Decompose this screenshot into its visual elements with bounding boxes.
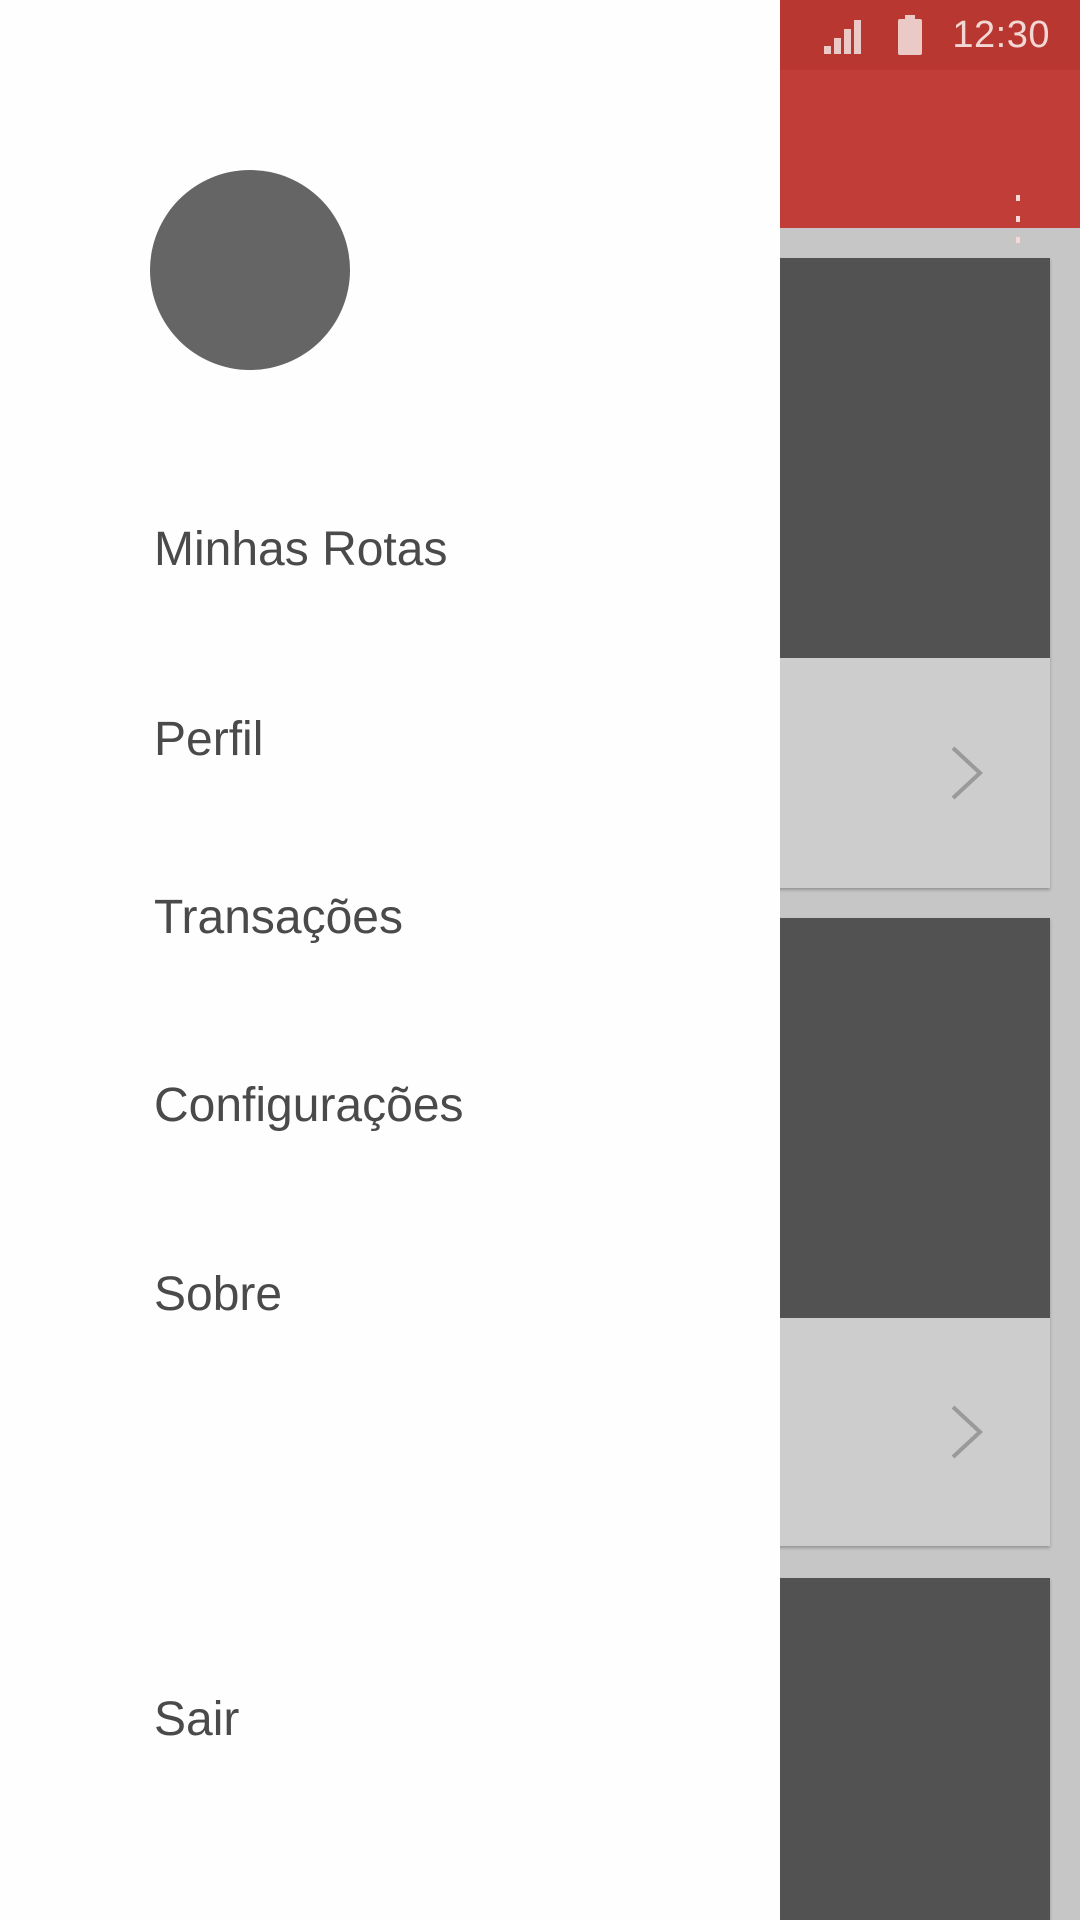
battery-icon [898, 15, 923, 55]
avatar[interactable] [150, 170, 350, 370]
drawer-item-minhas-rotas[interactable]: Minhas Rotas [154, 520, 447, 580]
chevron-right-icon[interactable] [950, 1404, 984, 1460]
navigation-drawer: Minhas Rotas Perfil Transações Configura… [0, 0, 780, 1920]
status-time: 12:30 [952, 13, 1050, 56]
drawer-item-transacoes[interactable]: Transações [154, 888, 403, 948]
drawer-item-configuracoes[interactable]: Configurações [154, 1076, 464, 1136]
logout-button[interactable]: Sair [154, 1690, 239, 1750]
drawer-item-perfil[interactable]: Perfil [154, 710, 263, 770]
more-vert-icon[interactable] [1012, 195, 1024, 243]
app-screen: 12:30 Minhas Rotas Perfil Transações Con… [0, 0, 1080, 1920]
drawer-item-sobre[interactable]: Sobre [154, 1265, 282, 1325]
chevron-right-icon[interactable] [950, 745, 984, 801]
signal-icon [824, 16, 868, 54]
